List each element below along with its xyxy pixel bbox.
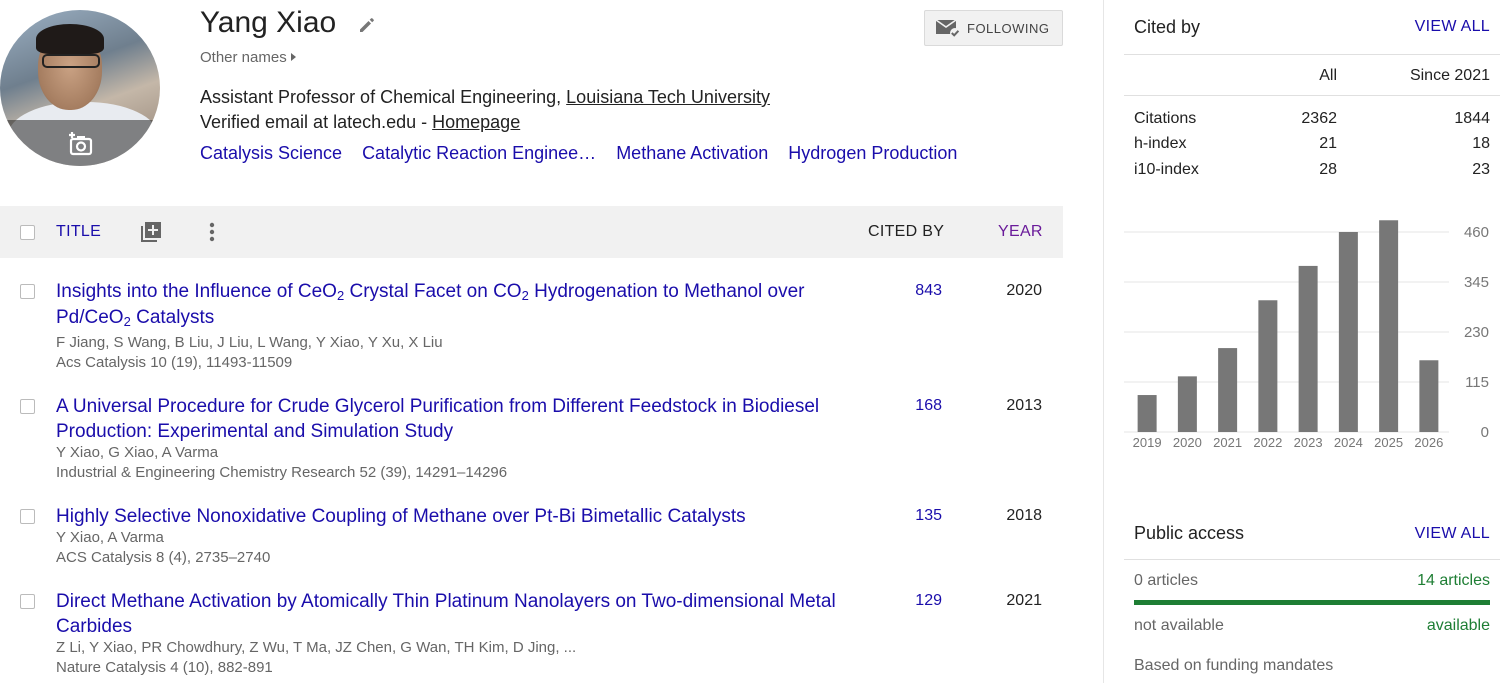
article-authors: Y Xiao, G Xiao, A Varma bbox=[56, 444, 219, 461]
article-title-link[interactable]: Direct Methane Activation by Atomically … bbox=[56, 589, 856, 639]
other-names-toggle[interactable]: Other names bbox=[200, 49, 296, 66]
y-tick-label: 115 bbox=[1465, 374, 1489, 391]
stat-h-index-since: 18 bbox=[1472, 135, 1490, 152]
divider bbox=[1124, 95, 1500, 96]
cited-by-view-all-link[interactable]: VIEW ALL bbox=[1380, 18, 1490, 36]
citations-histogram: 0 115 230 345 460 2019 2020 2021 2022 2023 2024 202… bbox=[1124, 220, 1489, 450]
public-access-bar bbox=[1134, 600, 1490, 605]
x-tick-label: 2021 bbox=[1213, 435, 1242, 450]
verified-email: Verified email at latech.edu - Homepage bbox=[200, 112, 521, 132]
public-access-view-all-link[interactable]: VIEW ALL bbox=[1380, 525, 1490, 543]
article-authors: Y Xiao, A Varma bbox=[56, 529, 164, 546]
article-title-link[interactable]: Insights into the Influence of CeO2 Crys… bbox=[56, 279, 856, 331]
stat-i10-index-since: 23 bbox=[1472, 161, 1490, 178]
y-tick-label: 345 bbox=[1464, 274, 1489, 291]
article-venue: Industrial & Engineering Chemistry Resea… bbox=[56, 464, 508, 481]
histogram-bar-2020[interactable] bbox=[1177, 376, 1197, 432]
unavailable-articles-count: 0 articles bbox=[1134, 572, 1199, 589]
histogram-bar-2022[interactable] bbox=[1258, 300, 1278, 432]
stat-label-citations: Citations bbox=[1134, 110, 1197, 127]
more-vertical-icon[interactable] bbox=[204, 220, 220, 244]
article-year: 2021 bbox=[1006, 592, 1042, 609]
x-tick-label: 2024 bbox=[1334, 435, 1363, 450]
x-tick-label: 2026 bbox=[1414, 435, 1443, 450]
article-checkbox[interactable] bbox=[20, 594, 35, 609]
stats-col-since: Since 2021 bbox=[1409, 67, 1490, 84]
funding-mandates-note: Based on funding mandates bbox=[1134, 657, 1334, 674]
public-access-bar-fill bbox=[1134, 600, 1490, 605]
y-tick-label: 460 bbox=[1464, 224, 1489, 241]
y-tick-label: 230 bbox=[1464, 324, 1489, 341]
stat-citations-all: 2362 bbox=[1301, 110, 1337, 127]
public-access-heading: Public access bbox=[1134, 523, 1245, 543]
stats-col-all: All bbox=[1319, 67, 1337, 84]
stat-label-h-index: h-index bbox=[1134, 135, 1187, 152]
sort-by-year[interactable]: YEAR bbox=[998, 223, 1043, 241]
y-tick-label: 0 bbox=[1481, 424, 1489, 441]
article-year: 2018 bbox=[1006, 507, 1042, 524]
interest-link[interactable]: Hydrogen Production bbox=[788, 143, 957, 164]
mail-check-icon bbox=[935, 19, 960, 38]
available-label: available bbox=[1426, 617, 1490, 634]
profile-name: Yang Xiao bbox=[200, 6, 337, 39]
article-checkbox[interactable] bbox=[20, 509, 35, 524]
articles-table-header: TITLE CITED BY YEAR bbox=[0, 206, 1063, 258]
not-available-label: not available bbox=[1134, 617, 1224, 634]
stat-citations-since: 1844 bbox=[1454, 110, 1490, 127]
cited-by-heading: Cited by bbox=[1134, 17, 1201, 37]
cited-by-count-link[interactable]: 135 bbox=[860, 507, 942, 525]
available-articles-count: 14 articles bbox=[1417, 572, 1490, 589]
x-tick-label: 2023 bbox=[1294, 435, 1323, 450]
affiliation: Assistant Professor of Chemical Engineer… bbox=[200, 87, 770, 107]
select-all-checkbox[interactable] bbox=[20, 225, 35, 240]
interest-link[interactable]: Catalysis Science bbox=[200, 143, 342, 164]
histogram-bar-2023[interactable] bbox=[1298, 265, 1318, 432]
stat-i10-index-all: 28 bbox=[1319, 161, 1337, 178]
sort-by-title[interactable]: TITLE bbox=[56, 223, 101, 241]
x-tick-label: 2025 bbox=[1374, 435, 1403, 450]
divider bbox=[1124, 54, 1500, 55]
caret-right-icon bbox=[290, 53, 296, 61]
article-venue: Acs Catalysis 10 (19), 11493-11509 bbox=[56, 354, 293, 371]
article-checkbox[interactable] bbox=[20, 399, 35, 414]
histogram-bar-2021[interactable] bbox=[1218, 348, 1238, 432]
article-year: 2013 bbox=[1006, 397, 1042, 414]
edit-pencil-icon[interactable] bbox=[357, 15, 377, 35]
cited-by-column-header: CITED BY bbox=[868, 223, 945, 240]
article-title-link[interactable]: A Universal Procedure for Crude Glycerol… bbox=[56, 394, 856, 444]
article-year: 2020 bbox=[1006, 282, 1042, 299]
following-button[interactable]: FOLLOWING bbox=[924, 10, 1063, 46]
x-tick-label: 2020 bbox=[1173, 435, 1202, 450]
article-checkbox[interactable] bbox=[20, 284, 35, 299]
research-interests: Catalysis Science Catalytic Reaction Eng… bbox=[200, 143, 977, 164]
interest-link[interactable]: Catalytic Reaction Enginee… bbox=[362, 143, 596, 164]
histogram-bar-2026[interactable] bbox=[1419, 360, 1439, 432]
x-tick-label: 2022 bbox=[1253, 435, 1282, 450]
histogram-bar-2019[interactable] bbox=[1137, 395, 1157, 432]
add-article-icon[interactable] bbox=[139, 220, 163, 244]
add-photo-icon[interactable] bbox=[66, 130, 94, 158]
divider bbox=[1124, 559, 1500, 560]
affiliation-link[interactable]: Louisiana Tech University bbox=[566, 87, 770, 107]
cited-by-count-link[interactable]: 129 bbox=[860, 592, 942, 610]
stat-h-index-all: 21 bbox=[1319, 135, 1337, 152]
sidebar-divider bbox=[1103, 0, 1104, 683]
profile-photo[interactable] bbox=[0, 10, 160, 166]
histogram-bar-2025[interactable] bbox=[1379, 220, 1399, 432]
article-venue: ACS Catalysis 8 (4), 2735–2740 bbox=[56, 549, 271, 566]
x-tick-label: 2019 bbox=[1133, 435, 1162, 450]
histogram-bar-2024[interactable] bbox=[1338, 232, 1358, 432]
cited-by-count-link[interactable]: 168 bbox=[860, 397, 942, 415]
stat-label-i10-index: i10-index bbox=[1134, 161, 1199, 178]
cited-by-count-link[interactable]: 843 bbox=[860, 282, 942, 300]
article-authors: F Jiang, S Wang, B Liu, J Liu, L Wang, Y… bbox=[56, 334, 443, 351]
article-title-link[interactable]: Highly Selective Nonoxidative Coupling o… bbox=[56, 504, 856, 530]
article-authors: Z Li, Y Xiao, PR Chowdhury, Z Wu, T Ma, … bbox=[56, 639, 577, 656]
article-venue: Nature Catalysis 4 (10), 882-891 bbox=[56, 659, 273, 676]
interest-link[interactable]: Methane Activation bbox=[616, 143, 768, 164]
homepage-link[interactable]: Homepage bbox=[432, 112, 520, 132]
